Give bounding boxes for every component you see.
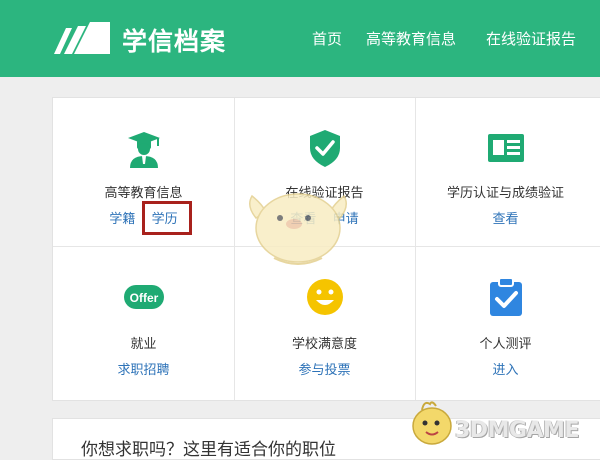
watermark-mascot-icon bbox=[412, 401, 452, 445]
graduate-icon bbox=[127, 132, 160, 168]
top-header: 学信档案 首页 高等教育信息 在线验证报告 bbox=[0, 0, 600, 77]
mascot-illustration bbox=[249, 193, 347, 265]
cell-title: 学历认证与成绩验证 bbox=[446, 186, 564, 201]
link-view-certification[interactable]: 查看 bbox=[492, 212, 518, 227]
shield-check-icon bbox=[309, 130, 340, 167]
watermark-text: 3DMGAME bbox=[455, 418, 579, 443]
offer-icon-text: Offer bbox=[129, 291, 158, 305]
link-enter-assessment[interactable]: 进入 bbox=[492, 363, 518, 378]
cell-personal-assessment: 个人测评 进入 bbox=[415, 247, 596, 395]
cell-title: 个人测评 bbox=[479, 337, 532, 352]
id-card-icon bbox=[487, 134, 524, 162]
logo-icon[interactable] bbox=[52, 20, 112, 56]
offer-icon: Offer bbox=[123, 285, 164, 309]
cell-title: 高等教育信息 bbox=[104, 186, 183, 201]
smiley-icon bbox=[306, 279, 343, 315]
clipboard-check-icon bbox=[489, 277, 522, 316]
link-student-status[interactable]: 学籍 bbox=[109, 212, 135, 227]
nav-online-verification-report[interactable]: 在线验证报告 bbox=[486, 28, 576, 49]
link-job-hunting[interactable]: 求职招聘 bbox=[117, 363, 169, 378]
cell-title: 学校满意度 bbox=[291, 337, 357, 352]
cell-title: 就业 bbox=[130, 337, 157, 352]
highlight-box bbox=[142, 201, 192, 235]
logo-text[interactable]: 学信档案 bbox=[122, 22, 226, 58]
cell-employment: Offer 就业 求职招聘 bbox=[53, 247, 234, 395]
cell-degree-certification: 学历认证与成绩验证 查看 bbox=[415, 98, 596, 246]
job-recommendation-text[interactable]: 你想求职吗？这里有适合你的职位 bbox=[81, 435, 336, 460]
nav-home[interactable]: 首页 bbox=[312, 28, 342, 49]
link-vote[interactable]: 参与投票 bbox=[298, 363, 350, 378]
nav-higher-education-info[interactable]: 高等教育信息 bbox=[366, 28, 456, 49]
